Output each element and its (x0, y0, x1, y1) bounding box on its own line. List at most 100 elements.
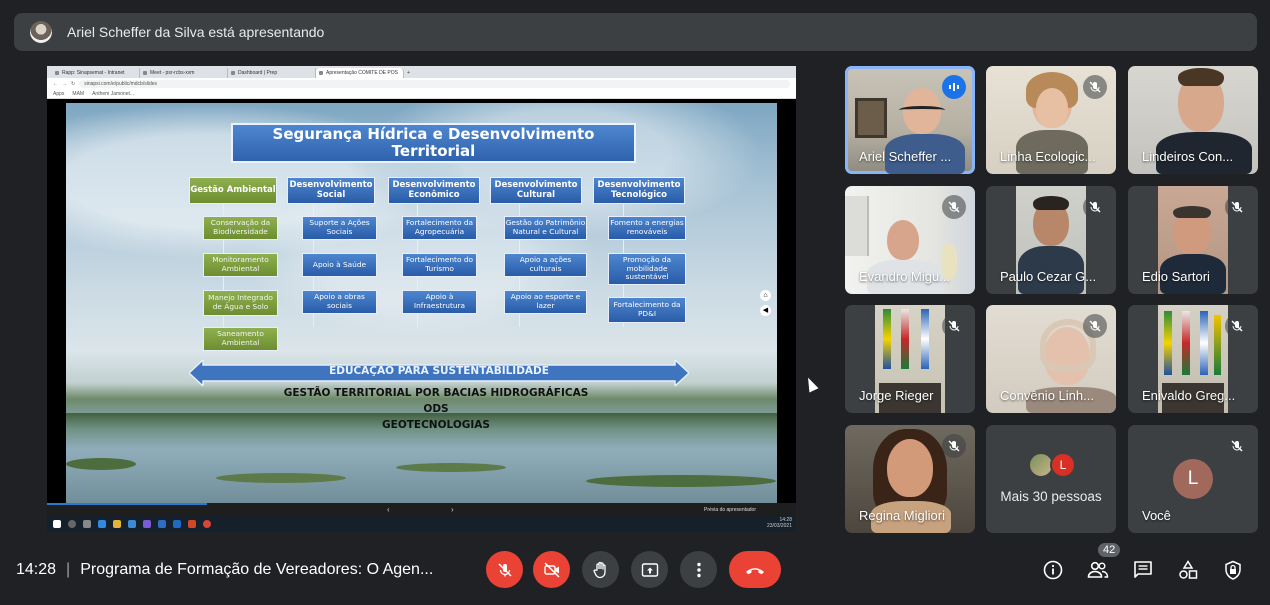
slide-subtitle: GEOTECNOLOGIAS (382, 419, 490, 431)
powerpoint-icon (188, 519, 196, 528)
presenter-preview-label: Prévia do apresentador (704, 507, 756, 513)
task-view-icon (83, 519, 91, 528)
hand-icon (592, 561, 606, 578)
muted-mic-icon (1225, 434, 1249, 458)
meeting-title: Programa de Formação de Vereadores: O Ag… (80, 561, 434, 578)
participant-tile[interactable]: Enivaldo Greg... (1128, 305, 1258, 413)
slide-item: Monitoramento Ambiental (203, 253, 278, 277)
chat-icon (1134, 561, 1152, 578)
slide-item: Conservação da Biodiversidade (203, 216, 278, 240)
presenter-banner-text: Ariel Scheffer da Silva está apresentand… (67, 24, 325, 40)
slide-item: Apoio a obras sociais (302, 290, 377, 314)
participant-tile-more[interactable]: L Mais 30 pessoas (986, 425, 1116, 533)
presentation-control-bar: ‹ › Prévia do apresentador (47, 503, 796, 515)
more-options-button[interactable] (680, 551, 717, 588)
slide-subtitle: ODS (423, 403, 449, 415)
taskbar-clock: 14:28 23/03/2021 (767, 517, 792, 529)
participant-name: Enivaldo Greg... (1142, 388, 1236, 403)
back-icon[interactable]: ◀ (760, 305, 771, 316)
new-tab-icon: + (407, 70, 410, 76)
participant-tile[interactable]: Evandro Migu... (845, 186, 975, 294)
mic-toggle-button[interactable] (486, 551, 523, 588)
muted-mic-icon (1225, 314, 1249, 338)
participant-name: Paulo Cezar G... (1000, 269, 1097, 284)
avatar: L (1173, 459, 1213, 499)
slide-title: Segurança Hídrica e Desenvolvimento Terr… (231, 123, 636, 163)
next-slide-icon[interactable]: › (451, 505, 454, 514)
shared-screen: Rapp: Sinapsemat - Intranet Meet - psr-r… (47, 66, 796, 532)
raise-hand-button[interactable] (582, 551, 619, 588)
chrome-icon (203, 519, 211, 528)
browser-url: sinapsi.com/e/public/mdcb/slides (79, 79, 790, 88)
outlook-icon (173, 519, 181, 528)
meeting-details-button[interactable] (1041, 558, 1065, 582)
participant-tile[interactable]: Linha Ecologic... (986, 66, 1116, 174)
participant-name: Lindeiros Con... (1142, 149, 1234, 164)
slide-item: Fortalecimento da Agropecuária (402, 216, 477, 240)
muted-mic-icon (1083, 314, 1107, 338)
present-screen-button[interactable] (631, 551, 668, 588)
slide-item: Fortalecimento do Turismo (402, 253, 477, 277)
muted-mic-icon (942, 314, 966, 338)
participant-tile[interactable]: Ariel Scheffer ... (845, 66, 975, 174)
windows-start-icon (53, 519, 61, 528)
slide-item: Gestão do Patrimônio Natural e Cultural (504, 216, 587, 240)
speaking-indicator-icon (942, 75, 966, 99)
activities-shapes-icon (1179, 560, 1198, 579)
slide-item: Apoio ao esporte e lazer (504, 290, 587, 314)
host-controls-button[interactable] (1221, 558, 1245, 582)
more-avatars: L (1028, 452, 1076, 478)
forward-icon: → (62, 80, 67, 87)
mouse-cursor (803, 375, 819, 393)
slide-item: Apoio à Infraestrutura (402, 290, 477, 314)
slide-item: Promoção da mobilidade sustentável (608, 253, 686, 285)
participant-tile[interactable]: Convênio Linh... (986, 305, 1116, 413)
muted-mic-icon (1083, 75, 1107, 99)
chat-button[interactable] (1131, 558, 1155, 582)
home-icon[interactable]: ⌂ (760, 290, 771, 301)
activities-button[interactable] (1176, 558, 1200, 582)
participant-name: Jorge Rieger (859, 388, 934, 403)
participant-tile[interactable]: Edio Sartori (1128, 186, 1258, 294)
slide-item: Saneamento Ambiental (203, 327, 278, 351)
participants-count-badge: 42 (1098, 543, 1121, 557)
participant-tile[interactable]: Regina Migliori (845, 425, 975, 533)
meeting-info: 14:28 | Programa de Formação de Vereadores… (16, 561, 433, 579)
arrow-text: EDUCAÇÃO PARA SUSTENTABILIDADE (329, 365, 549, 377)
folder-icon (113, 519, 121, 528)
column-header-cultural: Desenvolvimento Cultural (490, 177, 582, 204)
edge-icon (98, 519, 106, 528)
participant-name: Linha Ecologic... (1000, 149, 1096, 164)
participant-tile-self[interactable]: L Você (1128, 425, 1258, 533)
app-icon (143, 519, 151, 528)
info-icon (1043, 560, 1063, 580)
participants-button[interactable] (1086, 558, 1110, 582)
participant-tile[interactable]: Lindeiros Con... (1128, 66, 1258, 174)
slide-nav-icons: ⌂ ◀ (760, 290, 771, 320)
back-icon: ← (53, 80, 58, 87)
presentation-slide: Segurança Hídrica e Desenvolvimento Terr… (66, 103, 777, 503)
browser-address-bar: ← → ↻ sinapsi.com/e/public/mdcb/slides (47, 78, 796, 89)
hang-up-icon (746, 567, 764, 574)
browser-tab-strip: Rapp: Sinapsemat - Intranet Meet - psr-r… (47, 66, 796, 78)
column-header-economico: Desenvolvimento Econômico (388, 177, 480, 204)
camera-toggle-button[interactable] (533, 551, 570, 588)
people-icon (1087, 561, 1109, 578)
participant-tile[interactable]: Jorge Rieger (845, 305, 975, 413)
browser-bookmarks: Apps MAM Anthem Jamonet... (47, 89, 796, 99)
slide-item: Apoio à Saúde (302, 253, 377, 277)
participant-tile[interactable]: Paulo Cezar G... (986, 186, 1116, 294)
muted-mic-icon (942, 434, 966, 458)
prev-slide-icon[interactable]: ‹ (387, 505, 390, 514)
column-header-gestao-ambiental: Gestão Ambiental (189, 177, 277, 204)
presenter-banner: Ariel Scheffer da Silva está apresentand… (14, 13, 1257, 51)
more-people-label: Mais 30 pessoas (1000, 489, 1102, 504)
muted-mic-icon (1083, 195, 1107, 219)
meeting-time: 14:28 (16, 561, 57, 578)
leave-call-button[interactable] (729, 551, 781, 588)
muted-mic-icon (942, 195, 966, 219)
slide-progress-bar (47, 503, 207, 505)
browser-tab-active: Apresentação COMITE DE POS (316, 68, 404, 78)
present-icon (641, 562, 658, 577)
slide-subtitle: GESTÃO TERRITORIAL POR BACIAS HIDROGRÁFI… (283, 387, 589, 399)
